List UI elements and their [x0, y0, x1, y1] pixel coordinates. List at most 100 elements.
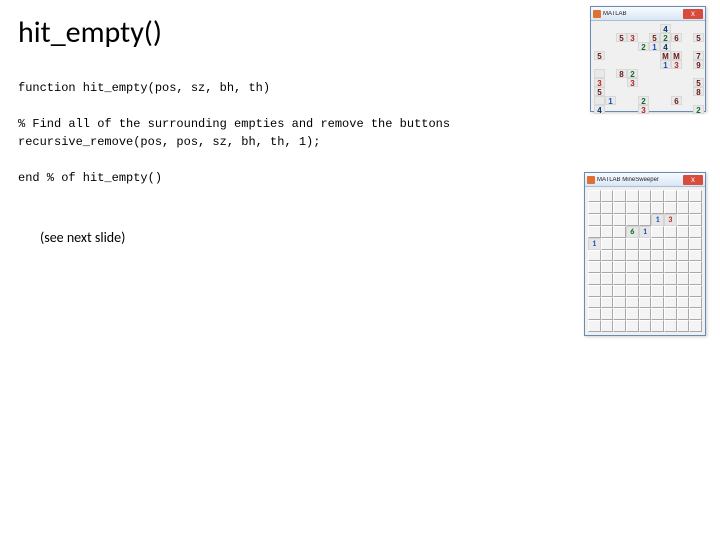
mine-cell[interactable]	[626, 202, 639, 214]
mine-cell[interactable]	[613, 273, 626, 285]
mine-cell[interactable]	[651, 238, 664, 250]
mine-cell[interactable]	[677, 285, 690, 297]
mine-cell[interactable]	[689, 190, 702, 202]
mine-cell[interactable]	[639, 320, 652, 332]
mine-cell[interactable]	[588, 226, 601, 238]
mine-cell[interactable]	[613, 308, 626, 320]
mine-cell[interactable]	[613, 226, 626, 238]
mine-cell[interactable]	[588, 297, 601, 309]
mine-cell[interactable]	[677, 238, 690, 250]
mine-cell[interactable]	[613, 250, 626, 262]
mine-cell[interactable]	[689, 308, 702, 320]
mine-cell[interactable]	[689, 297, 702, 309]
mine-cell[interactable]	[588, 273, 601, 285]
mine-cell[interactable]	[613, 320, 626, 332]
mine-cell[interactable]	[677, 226, 690, 238]
mine-cell[interactable]	[651, 285, 664, 297]
mine-cell[interactable]	[588, 214, 601, 226]
mine-cell[interactable]	[613, 238, 626, 250]
mine-cell[interactable]	[639, 273, 652, 285]
mine-cell[interactable]	[664, 320, 677, 332]
mine-cell[interactable]	[664, 273, 677, 285]
mine-cell[interactable]	[626, 285, 639, 297]
mine-cell[interactable]	[664, 238, 677, 250]
mine-cell[interactable]	[601, 273, 614, 285]
mine-cell[interactable]	[626, 238, 639, 250]
mine-cell[interactable]	[651, 308, 664, 320]
mine-cell[interactable]	[639, 202, 652, 214]
mine-cell[interactable]	[664, 297, 677, 309]
mine-cell[interactable]	[601, 238, 614, 250]
mine-cell[interactable]	[626, 308, 639, 320]
mine-cell[interactable]	[651, 297, 664, 309]
mine-cell[interactable]	[677, 320, 690, 332]
mine-cell[interactable]	[639, 250, 652, 262]
mine-cell[interactable]	[601, 285, 614, 297]
mine-cell[interactable]	[689, 202, 702, 214]
mine-cell[interactable]	[651, 320, 664, 332]
mine-cell[interactable]	[664, 261, 677, 273]
mine-cell[interactable]	[664, 202, 677, 214]
mine-cell[interactable]	[601, 297, 614, 309]
mine-cell[interactable]	[664, 308, 677, 320]
mine-cell[interactable]	[639, 285, 652, 297]
mine-cell[interactable]	[588, 308, 601, 320]
mine-cell[interactable]	[613, 297, 626, 309]
mine-cell[interactable]	[601, 261, 614, 273]
mine-cell[interactable]	[639, 261, 652, 273]
mine-cell[interactable]	[639, 214, 652, 226]
mine-cell[interactable]	[677, 250, 690, 262]
mine-cell[interactable]	[588, 250, 601, 262]
mine-cell[interactable]	[664, 250, 677, 262]
mine-cell[interactable]	[689, 214, 702, 226]
mine-cell[interactable]	[613, 285, 626, 297]
mine-cell[interactable]	[664, 285, 677, 297]
mine-cell[interactable]	[639, 297, 652, 309]
mine-cell[interactable]	[588, 285, 601, 297]
mine-cell[interactable]	[639, 238, 652, 250]
mine-cell[interactable]	[677, 308, 690, 320]
mine-cell[interactable]	[639, 190, 652, 202]
mine-cell[interactable]	[677, 297, 690, 309]
mine-cell[interactable]	[601, 250, 614, 262]
mine-cell[interactable]	[588, 202, 601, 214]
mine-cell[interactable]	[601, 320, 614, 332]
mine-cell[interactable]	[626, 214, 639, 226]
close-icon[interactable]: X	[683, 175, 703, 185]
mine-cell[interactable]	[626, 190, 639, 202]
mine-cell[interactable]	[651, 226, 664, 238]
mine-cell[interactable]	[601, 214, 614, 226]
mine-cell[interactable]	[588, 261, 601, 273]
mine-cell[interactable]	[601, 202, 614, 214]
mine-cell[interactable]	[677, 214, 690, 226]
mine-cell[interactable]	[588, 190, 601, 202]
mine-cell[interactable]	[689, 285, 702, 297]
mine-cell[interactable]	[613, 190, 626, 202]
mine-cell[interactable]	[626, 273, 639, 285]
mine-cell[interactable]	[689, 226, 702, 238]
mine-cell[interactable]	[689, 250, 702, 262]
mine-cell[interactable]	[664, 226, 677, 238]
mine-cell[interactable]	[613, 261, 626, 273]
mine-cell[interactable]	[639, 308, 652, 320]
mine-cell[interactable]	[689, 273, 702, 285]
close-icon[interactable]: X	[683, 9, 703, 19]
mine-cell[interactable]	[677, 202, 690, 214]
mine-cell[interactable]	[651, 190, 664, 202]
mine-cell[interactable]	[601, 190, 614, 202]
mine-cell[interactable]	[601, 226, 614, 238]
mine-cell[interactable]	[588, 320, 601, 332]
mine-cell[interactable]	[689, 261, 702, 273]
mine-cell[interactable]	[677, 261, 690, 273]
mine-cell[interactable]	[651, 273, 664, 285]
mine-cell[interactable]	[626, 261, 639, 273]
mine-cell[interactable]	[651, 202, 664, 214]
mine-cell[interactable]	[613, 202, 626, 214]
mine-cell[interactable]	[689, 320, 702, 332]
mine-cell[interactable]	[689, 238, 702, 250]
mine-cell[interactable]	[651, 250, 664, 262]
mine-cell[interactable]	[613, 214, 626, 226]
mine-cell[interactable]	[651, 261, 664, 273]
mine-cell[interactable]	[664, 190, 677, 202]
mine-cell[interactable]	[626, 250, 639, 262]
